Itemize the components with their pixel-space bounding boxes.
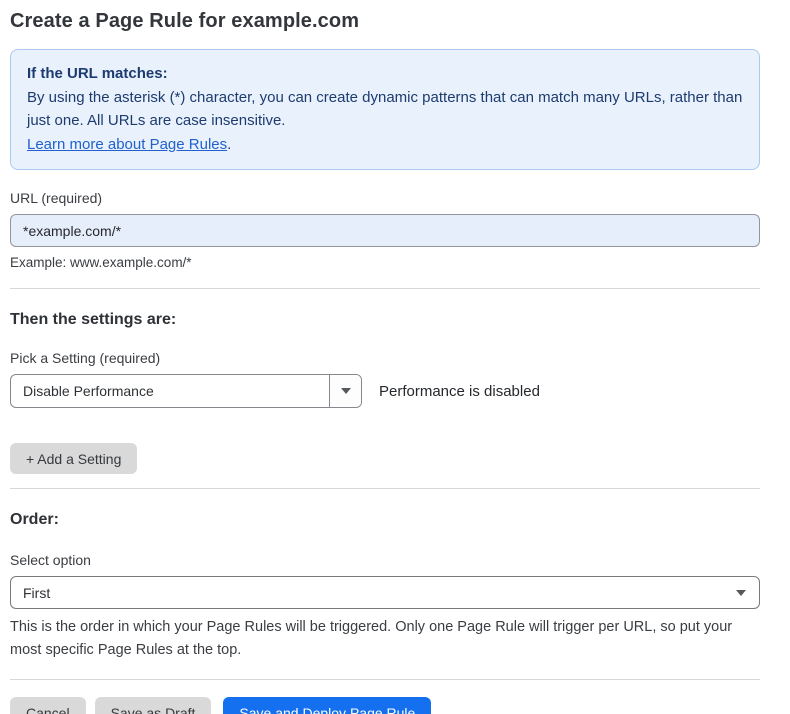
- save-and-deploy-button[interactable]: Save and Deploy Page Rule: [223, 697, 431, 714]
- url-match-info-box: If the URL matches: By using the asteris…: [10, 49, 760, 170]
- url-input[interactable]: [10, 214, 760, 247]
- chevron-down-icon: [736, 590, 746, 596]
- setting-select-arrow-button[interactable]: [329, 375, 361, 407]
- setting-status-text: Performance is disabled: [379, 383, 540, 400]
- info-box-body: By using the asterisk (*) character, you…: [27, 86, 743, 133]
- url-field-label: URL (required): [10, 190, 760, 206]
- chevron-down-icon: [341, 388, 351, 394]
- setting-select-value: Disable Performance: [11, 375, 329, 407]
- setting-picker-label: Pick a Setting (required): [10, 350, 760, 366]
- settings-section-heading: Then the settings are:: [10, 311, 760, 329]
- info-box-heading: If the URL matches:: [27, 62, 743, 86]
- order-select-value: First: [23, 585, 736, 601]
- divider: [10, 488, 760, 489]
- link-suffix: .: [227, 136, 231, 153]
- order-section-heading: Order:: [10, 511, 760, 529]
- divider: [10, 288, 760, 289]
- info-box-link-line: Learn more about Page Rules.: [27, 133, 743, 157]
- add-setting-button[interactable]: + Add a Setting: [10, 443, 137, 474]
- page-rule-form: Create a Page Rule for example.com If th…: [10, 0, 760, 714]
- footer-actions: Cancel Save as Draft Save and Deploy Pag…: [10, 697, 760, 714]
- setting-select[interactable]: Disable Performance: [10, 374, 362, 408]
- save-as-draft-button[interactable]: Save as Draft: [95, 697, 212, 714]
- setting-picker-row: Disable Performance Performance is disab…: [10, 374, 760, 408]
- order-select-label: Select option: [10, 552, 760, 568]
- url-example-hint: Example: www.example.com/*: [10, 255, 760, 270]
- page-title: Create a Page Rule for example.com: [10, 10, 760, 33]
- order-select[interactable]: First: [10, 576, 760, 609]
- order-description: This is the order in which your Page Rul…: [10, 616, 760, 661]
- cancel-button[interactable]: Cancel: [10, 697, 86, 714]
- learn-more-link[interactable]: Learn more about Page Rules: [27, 136, 227, 153]
- divider: [10, 679, 760, 680]
